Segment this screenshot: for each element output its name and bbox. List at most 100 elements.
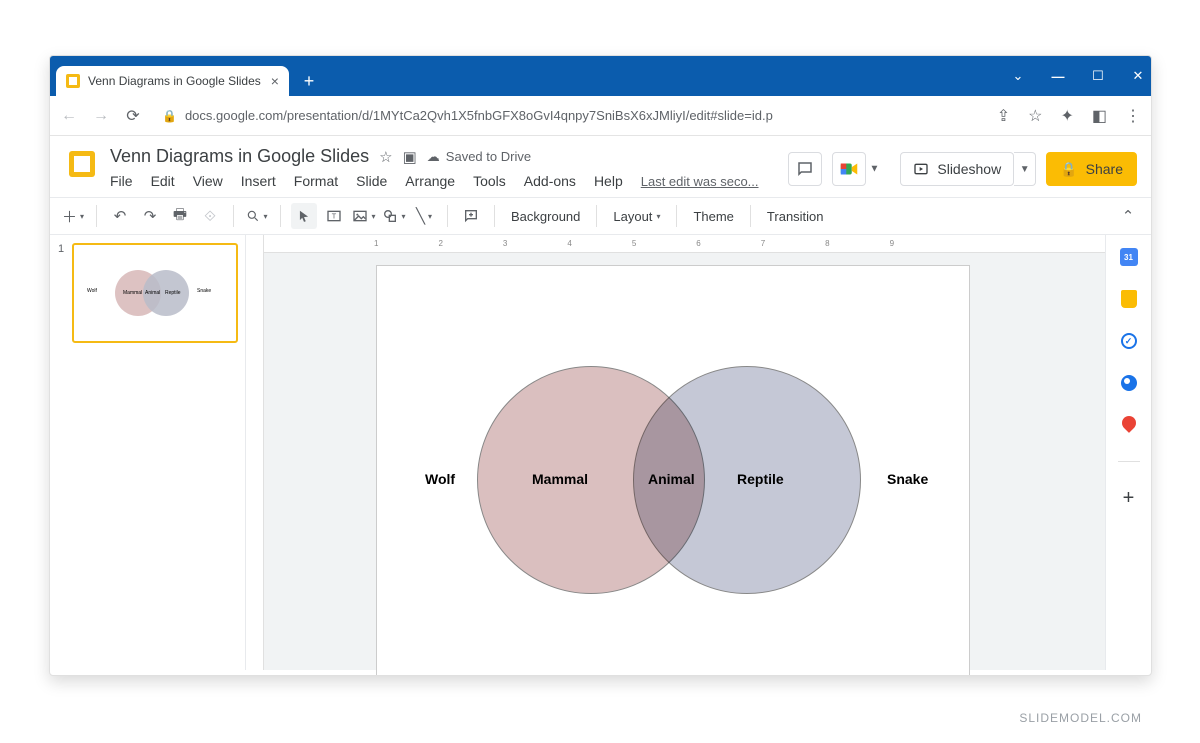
document-title[interactable]: Venn Diagrams in Google Slides [110,146,369,167]
menu-arrange[interactable]: Arrange [405,173,455,189]
url-text: docs.google.com/presentation/d/1MYtCa2Qv… [185,108,773,123]
reading-list-icon[interactable]: ◧ [1092,106,1107,126]
url-field[interactable]: 🔒 docs.google.com/presentation/d/1MYtCa2… [156,108,983,123]
hide-menus-button[interactable]: ⌃ [1115,203,1141,229]
calendar-icon[interactable] [1119,247,1139,267]
menu-addons[interactable]: Add-ons [524,173,576,189]
minimize-icon[interactable]: — [1051,69,1065,84]
save-status[interactable]: ☁ Saved to Drive [427,149,531,165]
separator [96,205,97,227]
meet-button[interactable]: ▼ [832,152,866,186]
browser-window: Venn Diagrams in Google Slides × + ⌄ — ☐… [49,55,1152,676]
tasks-icon[interactable] [1119,331,1139,351]
transition-button[interactable]: Transition [761,209,830,224]
slides-favicon [66,74,80,88]
window-controls: ⌄ — ☐ ✕ [1011,56,1145,96]
menu-view[interactable]: View [193,173,223,189]
reload-icon[interactable]: ⟳ [124,106,142,126]
bookmark-star-icon[interactable]: ☆ [1028,106,1042,126]
share-page-icon[interactable]: ⇪ [997,106,1010,126]
layout-button[interactable]: Layout▾ [607,209,666,224]
menu-help[interactable]: Help [594,173,623,189]
comment-tool[interactable] [458,203,484,229]
label-right-inner[interactable]: Reptile [737,471,784,487]
print-button[interactable]: 🖶 [167,203,193,229]
slide-number: 1 [58,243,64,255]
keep-icon[interactable] [1119,289,1139,309]
label-right-outer[interactable]: Snake [887,471,928,487]
menu-insert[interactable]: Insert [241,173,276,189]
maximize-icon[interactable]: ☐ [1091,68,1105,84]
slides-app-icon[interactable] [64,146,100,182]
redo-button[interactable]: ↷ [137,203,163,229]
move-folder-icon[interactable]: ▣ [403,148,417,166]
menu-bar: File Edit View Insert Format Slide Arran… [110,173,778,189]
cursor-icon [297,209,311,223]
image-icon [352,208,368,224]
star-icon[interactable]: ☆ [379,148,392,166]
undo-button[interactable]: ↶ [107,203,133,229]
side-panel: + [1105,235,1151,670]
menu-slide[interactable]: Slide [356,173,387,189]
theme-button[interactable]: Theme [687,209,739,224]
last-edit-link[interactable]: Last edit was seco... [641,174,759,189]
tab-close-icon[interactable]: × [271,73,279,89]
contacts-icon[interactable] [1119,373,1139,393]
separator [1118,461,1140,462]
slideshow-label: Slideshow [937,161,1001,177]
slideshow-button[interactable]: Slideshow [900,152,1014,186]
add-comment-icon [463,208,479,224]
chevron-down-icon[interactable]: ⌄ [1011,68,1025,84]
separator [494,205,495,227]
slide-thumbnail[interactable]: Wolf Mammal Animal Reptile Snake [72,243,238,343]
label-center[interactable]: Animal [648,471,695,487]
slideshow-options-button[interactable]: ▼ [1014,152,1036,186]
paint-format-button[interactable]: ⟐ [197,203,223,229]
zoom-button[interactable]: ▾ [244,203,270,229]
background-button[interactable]: Background [505,209,586,224]
address-bar: ← → ⟳ 🔒 docs.google.com/presentation/d/1… [50,96,1151,136]
extensions-icon[interactable]: ✦ [1060,106,1073,126]
line-tool[interactable]: ╲▾ [411,203,437,229]
maps-icon[interactable] [1119,415,1139,435]
separator [750,205,751,227]
venn-diagram[interactable]: Wolf Mammal Animal Reptile Snake [377,266,969,676]
close-window-icon[interactable]: ✕ [1131,68,1145,84]
menu-tools[interactable]: Tools [473,173,506,189]
meet-icon [838,158,860,180]
toolbar: ＋▾ ↶ ↷ 🖶 ⟐ ▾ T ▾ ▾ ╲▾ Background Layout▾ [50,197,1151,235]
horizontal-ruler: 123456789 [264,235,1105,253]
slide-canvas[interactable]: Wolf Mammal Animal Reptile Snake [376,265,970,676]
menu-edit[interactable]: Edit [151,173,175,189]
label-left-outer[interactable]: Wolf [425,471,455,487]
select-tool[interactable] [291,203,317,229]
browser-menu-icon[interactable]: ⋮ [1125,106,1141,126]
vertical-ruler [246,235,264,670]
textbox-tool[interactable]: T [321,203,347,229]
separator [280,205,281,227]
label-left-inner[interactable]: Mammal [532,471,588,487]
image-tool[interactable]: ▾ [351,203,377,229]
lock-icon: 🔒 [1060,161,1077,178]
filmstrip[interactable]: 1 Wolf Mammal Animal Reptile Snake [50,235,246,670]
share-label: Share [1086,161,1123,177]
comments-button[interactable] [788,152,822,186]
separator [233,205,234,227]
shape-tool[interactable]: ▾ [381,203,407,229]
menu-file[interactable]: File [110,173,133,189]
comment-icon [796,160,814,178]
browser-tab[interactable]: Venn Diagrams in Google Slides × [56,66,289,96]
zoom-icon [246,209,260,223]
forward-icon[interactable]: → [92,107,110,125]
canvas-area: 123456789 Wolf Mammal Animal Reptile Sna… [246,235,1105,670]
menu-format[interactable]: Format [294,173,338,189]
share-button[interactable]: 🔒 Share [1046,152,1137,186]
back-icon[interactable]: ← [60,107,78,125]
textbox-icon: T [326,208,342,224]
watermark: SLIDEMODEL.COM [1019,711,1142,725]
thumbnail-preview: Wolf Mammal Animal Reptile Snake [85,258,225,328]
new-slide-button[interactable]: ＋▾ [60,203,86,229]
addons-plus-icon[interactable]: + [1119,488,1139,508]
new-tab-button[interactable]: + [295,67,323,95]
shape-icon [382,208,398,224]
